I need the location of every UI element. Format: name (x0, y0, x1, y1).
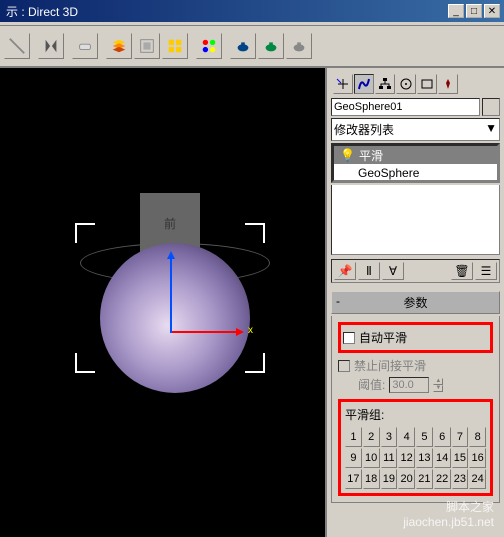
material-icon[interactable] (196, 33, 222, 59)
smooth-group-btn[interactable]: 23 (452, 469, 469, 489)
command-panel: 修改器列表 ▼ 💡 平滑 GeoSphere 📌 Ⅱ ∀ 🗑 ☰ - 参数 (325, 68, 504, 537)
prevent-indirect-row: 禁止间接平滑 (338, 357, 493, 374)
object-name-row (331, 98, 500, 116)
smooth-group-btn[interactable]: 3 (381, 427, 398, 447)
smooth-group-btn[interactable]: 15 (452, 448, 469, 468)
rollout-collapse-icon: - (336, 294, 340, 308)
axis-z-gizmo[interactable] (170, 253, 172, 333)
smooth-group-btn[interactable]: 22 (434, 469, 451, 489)
remove-modifier-icon[interactable]: 🗑 (451, 262, 473, 280)
auto-smooth-checkbox[interactable] (343, 332, 355, 344)
selection-bracket (75, 223, 95, 243)
viewport-object: 前 x (60, 173, 280, 393)
modifier-stack-empty[interactable] (331, 185, 500, 255)
rollout-title: 参数 (403, 296, 427, 310)
prevent-indirect-checkbox (338, 360, 350, 372)
rollout-header-params[interactable]: - 参数 (331, 291, 500, 314)
eraser-icon[interactable] (72, 33, 98, 59)
pin-stack-icon[interactable]: 📌 (334, 262, 356, 280)
smooth-group-btn[interactable]: 6 (434, 427, 451, 447)
smooth-group-btn[interactable]: 19 (381, 469, 398, 489)
perspective-viewport[interactable]: 前 x (0, 68, 325, 537)
smooth-group-btn[interactable]: 5 (416, 427, 433, 447)
smooth-group-btn[interactable]: 14 (434, 448, 451, 468)
smooth-group-btn[interactable]: 8 (469, 427, 486, 447)
smooth-group-btn[interactable]: 10 (363, 448, 380, 468)
window-title: 示 : Direct 3D (4, 3, 448, 20)
modifier-list-dropdown[interactable]: 修改器列表 ▼ (331, 118, 500, 141)
object-name-field[interactable] (331, 98, 480, 116)
main-toolbar (0, 26, 504, 68)
smooth-group-btn[interactable]: 12 (398, 448, 415, 468)
modifier-item-smooth[interactable]: 💡 平滑 (334, 146, 497, 164)
make-unique-icon[interactable]: ∀ (382, 262, 404, 280)
smooth-group-btn[interactable]: 2 (363, 427, 380, 447)
smooth-group-grid: 1 2 3 4 5 6 7 8 9 10 11 12 13 14 15 16 1 (345, 427, 486, 489)
threshold-label: 阈值: (358, 376, 385, 393)
show-end-result-icon[interactable]: Ⅱ (358, 262, 380, 280)
smooth-group-btn[interactable]: 1 (345, 427, 362, 447)
smooth-group-btn[interactable]: 16 (469, 448, 486, 468)
geosphere-mesh (100, 243, 250, 393)
configure-sets-icon[interactable]: ☰ (475, 262, 497, 280)
create-tab-icon[interactable] (333, 74, 353, 94)
curve-tool-icon[interactable] (4, 33, 30, 59)
threshold-value: 30.0 (389, 377, 429, 393)
window-controls: _ □ ✕ (448, 4, 500, 18)
selection-bracket (245, 353, 265, 373)
axis-x-gizmo[interactable] (172, 331, 242, 333)
smooth-group-btn[interactable]: 24 (469, 469, 486, 489)
command-panel-tabs (331, 72, 500, 96)
auto-smooth-row[interactable]: 自动平滑 (343, 329, 488, 346)
threshold-spinner: ▲▼ (433, 378, 443, 392)
window-titlebar: 示 : Direct 3D _ □ ✕ (0, 0, 504, 22)
utilities-tab-icon[interactable] (438, 74, 458, 94)
minimize-button[interactable]: _ (448, 4, 464, 18)
display-tab-icon[interactable] (417, 74, 437, 94)
threshold-row: 阈值: 30.0 ▲▼ (358, 376, 493, 393)
smooth-group-label: 平滑组: (345, 406, 486, 423)
smooth-group-btn[interactable]: 17 (345, 469, 362, 489)
render-teapot-gray-icon[interactable] (286, 33, 312, 59)
mirror-icon[interactable] (38, 33, 64, 59)
smooth-group-btn[interactable]: 21 (416, 469, 433, 489)
motion-tab-icon[interactable] (396, 74, 416, 94)
modifier-item-geosphere[interactable]: GeoSphere (334, 164, 497, 182)
smooth-group-btn[interactable]: 7 (452, 427, 469, 447)
maximize-button[interactable]: □ (466, 4, 482, 18)
selection-bracket (75, 353, 95, 373)
render-teapot-dark-icon[interactable] (230, 33, 256, 59)
prevent-indirect-label: 禁止间接平滑 (354, 357, 426, 374)
smooth-group-btn[interactable]: 11 (381, 448, 398, 468)
modify-tab-icon[interactable] (354, 74, 374, 94)
modifier-stack-buttons: 📌 Ⅱ ∀ 🗑 ☰ (331, 259, 500, 283)
bulb-icon: 💡 (340, 148, 355, 162)
modifier-list-label: 修改器列表 (334, 121, 394, 138)
modifier-stack-selected: 💡 平滑 GeoSphere (331, 143, 500, 183)
close-button[interactable]: ✕ (484, 4, 500, 18)
hierarchy-tab-icon[interactable] (375, 74, 395, 94)
smooth-group-btn[interactable]: 13 (416, 448, 433, 468)
schematic-icon[interactable] (134, 33, 160, 59)
smooth-group-btn[interactable]: 9 (345, 448, 362, 468)
layers-icon[interactable] (106, 33, 132, 59)
modifier-label: 平滑 (359, 147, 383, 164)
render-teapot-green-icon[interactable] (258, 33, 284, 59)
smooth-group-btn[interactable]: 20 (398, 469, 415, 489)
axis-x-label: x (248, 325, 253, 336)
auto-smooth-label: 自动平滑 (359, 329, 407, 346)
smooth-group-btn[interactable]: 18 (363, 469, 380, 489)
rollout-body-params: 自动平滑 禁止间接平滑 阈值: 30.0 ▲▼ 平滑组: 1 2 3 4 5 (331, 316, 500, 503)
smooth-group-btn[interactable]: 4 (398, 427, 415, 447)
chevron-down-icon: ▼ (485, 121, 497, 138)
selection-bracket (245, 223, 265, 243)
grid-icon[interactable] (162, 33, 188, 59)
modifier-label: GeoSphere (358, 166, 419, 180)
object-color-swatch[interactable] (482, 98, 500, 116)
